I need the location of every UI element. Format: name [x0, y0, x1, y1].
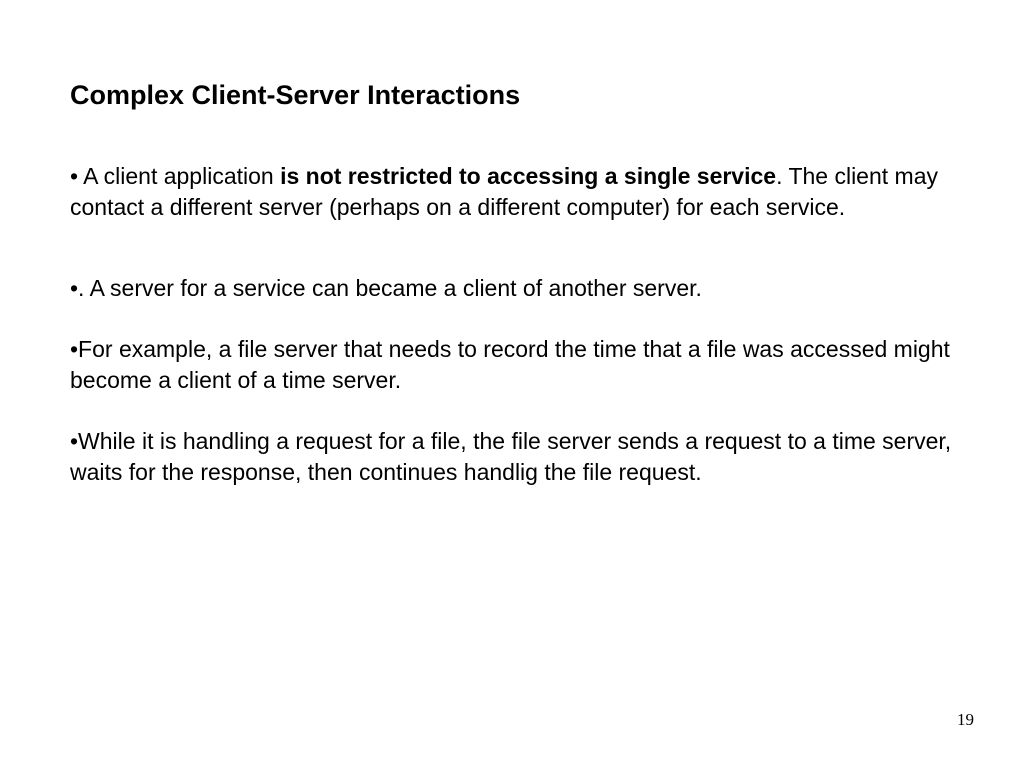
- bullet-4: •While it is handling a request for a fi…: [70, 426, 954, 488]
- bullet-3: •For example, a file server that needs t…: [70, 334, 954, 396]
- bullet-1: • A client application is not restricted…: [70, 161, 954, 223]
- bullet-1-bold: is not restricted to accessing a single …: [280, 163, 776, 189]
- bullet-2: •. A server for a service can became a c…: [70, 273, 954, 304]
- page-number: 19: [957, 710, 974, 730]
- bullet-1-prefix: • A client application: [70, 163, 280, 189]
- slide-title: Complex Client-Server Interactions: [70, 80, 954, 111]
